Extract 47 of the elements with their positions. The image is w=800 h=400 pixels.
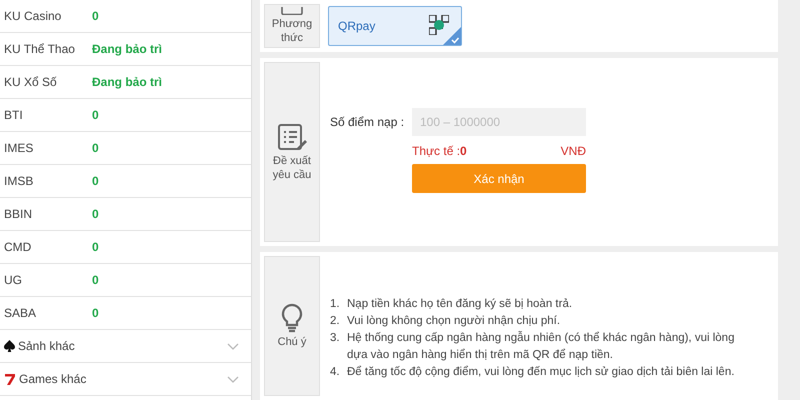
- lightbulb-icon: [281, 303, 303, 333]
- list-number: 1.: [330, 297, 341, 312]
- seven-icon: [4, 373, 16, 385]
- qr-code-icon: [429, 15, 449, 35]
- list-number: 4.: [330, 365, 341, 380]
- list-number: 3.: [330, 331, 341, 346]
- menu-label: Games khác: [19, 371, 86, 388]
- balance-value: Đang bảo trì: [92, 74, 162, 91]
- field-label: Số điểm nạp :: [330, 114, 406, 131]
- note-text: Để tăng tốc độ cộng điểm, vui lòng đến mục lịch sử giao dịch tải biên lai lên.: [347, 364, 734, 380]
- game-name: UG: [4, 272, 23, 289]
- balance-value: 0: [92, 305, 99, 322]
- menu-label: Sảnh khác: [18, 338, 75, 355]
- note-text: Hệ thống cung cấp ngân hàng ngẫu nhiên (có thể khác ngân hàng), vui lòng dựa vào ngân hàng hiển thị trên mã QR để nạp tiền.: [347, 330, 736, 363]
- game-name: KU Xổ Số: [4, 74, 58, 91]
- section-label: Chú ý: [276, 335, 308, 349]
- note-text: Nạp tiền khác họ tên đăng ký sẽ bị hoàn trả.: [347, 297, 572, 312]
- game-name: BBIN: [4, 206, 34, 223]
- balance-value: 0: [92, 239, 99, 256]
- note-text: Vui lòng không chọn người nhận chịu phí.: [347, 314, 560, 329]
- balance-value: 0: [92, 173, 99, 190]
- game-name: KU Thể Thao: [4, 41, 76, 58]
- game-name: KU Casino: [4, 8, 62, 25]
- balance-value: 0: [92, 140, 99, 157]
- spade-icon: [4, 340, 15, 352]
- menu-item[interactable]: Sảnh khác: [0, 330, 251, 363]
- balance-value: 0: [92, 272, 99, 289]
- list-number: 2.: [330, 314, 341, 329]
- section-label: Phương thức: [270, 17, 314, 45]
- game-name: IMES: [4, 140, 34, 157]
- check-corner-icon: [443, 27, 461, 45]
- game-name: IMSB: [4, 173, 34, 190]
- menu-item[interactable]: Games khác: [0, 363, 251, 396]
- game-name: SABA: [4, 305, 38, 322]
- chevron-down-icon: [227, 376, 239, 382]
- game-name: BTI: [4, 107, 24, 124]
- currency-label: VNĐ: [560, 143, 586, 160]
- game-name: CMD: [4, 239, 32, 256]
- section-label: Đề xuất yêu cầu: [272, 154, 312, 182]
- balance-value: 0: [92, 8, 99, 25]
- actual-amount: Thực tế :0: [412, 143, 467, 160]
- balance-value: 0: [92, 206, 99, 223]
- balance-value: Đang bảo trì: [92, 41, 162, 58]
- chevron-down-icon: [227, 342, 239, 350]
- balance-value: 0: [92, 107, 99, 124]
- payment-option[interactable]: QRpay: [328, 6, 462, 46]
- edit-list-icon: [277, 122, 307, 152]
